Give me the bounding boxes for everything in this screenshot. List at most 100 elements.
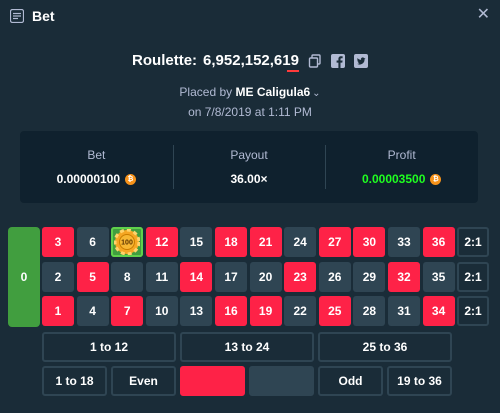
dozen-1-12[interactable]: 1 to 12 (42, 332, 176, 362)
number-label: 22 (293, 304, 307, 318)
number-label: 31 (397, 304, 411, 318)
number-cell-20[interactable]: 20 (249, 262, 282, 292)
number-label: 13 (189, 304, 204, 318)
number-label: 30 (362, 235, 377, 249)
number-cell-2[interactable]: 2 (42, 262, 74, 292)
number-label: 17 (224, 270, 238, 284)
bitcoin-icon: ₿ (125, 173, 137, 185)
bet-chip-icon: 100 (111, 227, 143, 257)
bet-amount: 0.00000100 ₿ (56, 172, 137, 186)
bet-value: 0.00000100 (56, 172, 121, 186)
number-cell-35[interactable]: 35 (422, 262, 455, 292)
number-cell-11[interactable]: 11 (145, 262, 178, 292)
zero-cell[interactable]: 0 (8, 227, 40, 327)
number-label: 36 (431, 235, 446, 249)
number-cell-23[interactable]: 23 (284, 262, 317, 292)
number-label: 4 (89, 304, 96, 318)
column-bet-bottom[interactable]: 2:1 (457, 296, 489, 326)
game-label: Roulette: (132, 52, 198, 69)
number-cell-31[interactable]: 31 (388, 296, 420, 326)
number-label: 11 (155, 270, 169, 284)
number-cell-22[interactable]: 22 (284, 296, 317, 326)
placed-by: Placed by ME Caligula6 ⌄ on 7/8/2019 at 1… (0, 83, 500, 121)
number-cell-13[interactable]: 13 (180, 296, 213, 326)
dozen-13-24[interactable]: 13 to 24 (180, 332, 314, 362)
number-cell-34[interactable]: 34 (422, 296, 455, 326)
payout-value: 36.00× (230, 172, 268, 186)
number-label: 26 (328, 270, 342, 284)
window-title: Bet (32, 8, 55, 24)
number-cell-26[interactable]: 26 (318, 262, 351, 292)
close-icon[interactable]: ✕ (477, 7, 490, 23)
number-cell-10[interactable]: 10 (145, 296, 178, 326)
number-cell-17[interactable]: 17 (215, 262, 247, 292)
number-label: 28 (362, 304, 377, 318)
number-cell-33[interactable]: 33 (388, 227, 420, 257)
number-cell-6[interactable]: 6 (76, 227, 109, 257)
number-label: 21 (258, 235, 273, 249)
number-cell-30[interactable]: 30 (353, 227, 386, 257)
number-cell-18[interactable]: 18 (215, 227, 247, 257)
number-cell-1[interactable]: 1 (42, 296, 74, 326)
number-label: 8 (123, 270, 131, 284)
number-label: 15 (189, 235, 204, 249)
column-bet-top[interactable]: 2:1 (457, 227, 489, 257)
stats-panel: Bet 0.00000100 ₿ Payout 36.00× Profit 0.… (20, 131, 478, 203)
number-cell-36[interactable]: 36 (422, 227, 455, 257)
profit-value: 0.00003500 (361, 172, 426, 186)
number-label: 25 (328, 304, 342, 318)
number-cell-28[interactable]: 28 (353, 296, 386, 326)
number-cell-25[interactable]: 25 (318, 296, 351, 326)
number-cell-7[interactable]: 7 (111, 296, 144, 326)
payout-label: Payout (230, 148, 268, 162)
number-cell-4[interactable]: 4 (76, 296, 109, 326)
copy-icon[interactable] (308, 53, 322, 68)
number-cell-27[interactable]: 27 (318, 227, 351, 257)
number-cell-3[interactable]: 3 (42, 227, 74, 257)
title-bar: Bet ✕ (0, 0, 500, 32)
game-id-underline (286, 70, 299, 72)
username-link[interactable]: Caligula6 (257, 85, 310, 99)
number-label: 19 (258, 304, 273, 318)
bet-black[interactable] (249, 366, 314, 396)
number-cell-16[interactable]: 16 (215, 296, 247, 326)
dozen-25-36[interactable]: 25 to 36 (318, 332, 452, 362)
number-cell-21[interactable]: 21 (249, 227, 282, 257)
number-label: 20 (258, 270, 273, 284)
chevron-down-icon[interactable]: ⌄ (312, 85, 320, 103)
number-label: 1 (54, 304, 62, 318)
number-label: 2 (54, 270, 62, 284)
number-cell-5[interactable]: 5 (76, 262, 109, 292)
game-line: Roulette: 6,952,152,619 (0, 52, 500, 72)
number-label: 29 (362, 270, 377, 284)
number-label: 3 (54, 235, 62, 249)
bet-even[interactable]: Even (111, 366, 176, 396)
number-cell-15[interactable]: 15 (180, 227, 213, 257)
number-cell-32[interactable]: 32 (388, 262, 420, 292)
number-cell-29[interactable]: 29 (353, 262, 386, 292)
bet-red[interactable] (180, 366, 245, 396)
number-cell-14[interactable]: 14 (180, 262, 213, 292)
bet-datetime: on 7/8/2019 at 1:11 PM (188, 105, 312, 119)
number-label: 23 (293, 270, 307, 284)
number-label: 34 (431, 304, 446, 318)
number-label: 7 (123, 304, 131, 318)
number-cell-19[interactable]: 19 (249, 296, 282, 326)
number-label: 6 (89, 235, 96, 249)
column-bet-middle[interactable]: 2:1 (457, 262, 489, 292)
bet-1-to-18[interactable]: 1 to 18 (42, 366, 107, 396)
number-cell-12[interactable]: 12 (145, 227, 178, 257)
bet-odd[interactable]: Odd (318, 366, 383, 396)
stat-bet: Bet 0.00000100 ₿ (20, 131, 173, 203)
twitter-icon[interactable] (353, 53, 368, 68)
number-cell-24[interactable]: 24 (284, 227, 317, 257)
vip-tag: ME (235, 85, 254, 99)
number-label: 24 (293, 235, 307, 249)
bet-label: Bet (87, 148, 106, 162)
number-cell-9[interactable]: 9100 (111, 227, 144, 257)
number-cell-8[interactable]: 8 (111, 262, 144, 292)
number-label: 16 (224, 304, 238, 318)
bet-19-to-36[interactable]: 19 to 36 (387, 366, 452, 396)
profit-amount: 0.00003500 ₿ (361, 172, 442, 186)
facebook-icon[interactable] (330, 53, 345, 68)
